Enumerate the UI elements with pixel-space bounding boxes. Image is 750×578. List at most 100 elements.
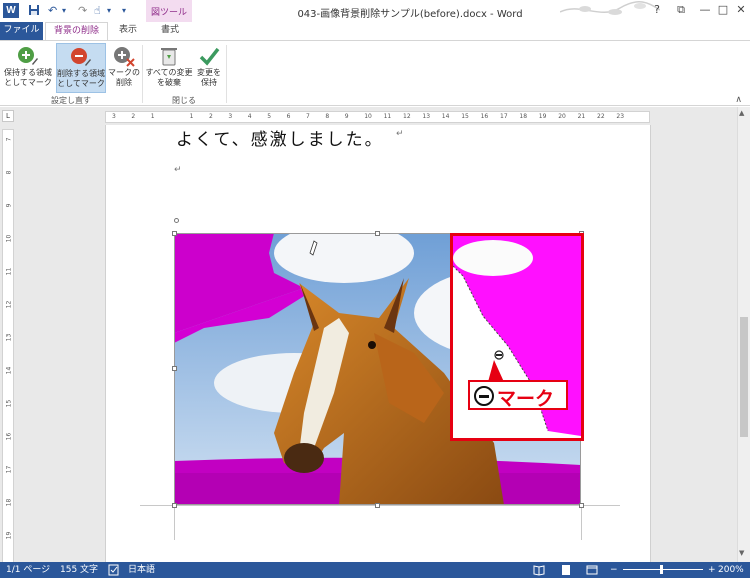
paragraph-mark: ↵ [174, 165, 182, 175]
minus-mark-text: マーク [497, 388, 555, 410]
ruler-number: 15 [5, 399, 13, 408]
callout-pointer [488, 360, 504, 382]
discard-label-2: を破棄 [157, 78, 181, 87]
ruler-number: 17 [500, 113, 508, 120]
save-icon[interactable] [28, 4, 40, 20]
close-button[interactable]: ✕ [730, 2, 750, 18]
read-mode-icon[interactable] [533, 562, 545, 578]
title-bar: W ↶ ▾ ↷ ☝ ▾ ▾ 図ツール 043-画像背景削除サンプル(before… [0, 0, 750, 22]
mark-areas-to-keep-button[interactable]: 保持する領域 としてマーク [2, 43, 54, 93]
mark-areas-to-remove-button[interactable]: 削除する領域 としてマーク [56, 43, 106, 93]
redo-icon[interactable]: ↷ [78, 4, 87, 18]
ruler-number: 16 [5, 432, 13, 441]
tab-selector[interactable]: L [2, 110, 14, 122]
ruler-number: 19 [5, 531, 13, 540]
ruler-number: 18 [5, 498, 13, 507]
ruler-number: 23 [616, 113, 625, 120]
delete-mark-button[interactable]: マークの 削除 [108, 43, 140, 93]
picture-tools-label: 図ツール [150, 8, 187, 18]
ruler-number: 19 [538, 113, 547, 120]
keep-changes-label-2: 保持 [201, 78, 217, 87]
horizontal-ruler[interactable]: 3 2 1 1 2 3 4 5 6 7 8 9 10 11 12 13 14 15 16 17 18 19 20 21 22 23 [105, 111, 650, 123]
zoom-in-button[interactable]: + [708, 562, 716, 578]
ruler-number: 18 [519, 113, 528, 120]
group-separator [142, 45, 143, 103]
decorative-vine-icon [560, 1, 660, 15]
ruler-number: 2 [209, 113, 213, 120]
word-app-icon[interactable]: W [3, 3, 19, 18]
crop-guide-line [581, 505, 582, 540]
page-count[interactable]: 1/1 ページ [6, 562, 50, 578]
ruler-number: 5 [267, 113, 272, 120]
group-label-close: 閉じる [172, 96, 196, 105]
tab-format[interactable]: 書式 [150, 22, 190, 40]
ruler-number: 13 [422, 113, 431, 120]
resize-handle[interactable] [375, 503, 380, 508]
tab-file[interactable]: ファイル [0, 22, 43, 40]
customize-qat-icon[interactable]: ▾ [122, 4, 126, 18]
crop-guide-line [174, 505, 175, 540]
delete-mark-label-2: 削除 [116, 78, 132, 87]
tab-background-removal[interactable]: 背景の削除 [45, 22, 108, 41]
document-title: 043-画像背景削除サンプル(before).docx - Word [297, 9, 523, 20]
touch-dropdown-icon[interactable]: ▾ [107, 4, 111, 18]
ruler-number: 1 [189, 113, 194, 120]
tab-view[interactable]: 表示 [110, 22, 146, 40]
language-indicator[interactable]: 日本語 [128, 562, 155, 578]
zoom-out-button[interactable]: − [610, 562, 618, 578]
ruler-number: 20 [558, 113, 566, 120]
minus-pencil-icon [71, 48, 91, 66]
ruler-number: 10 [364, 113, 372, 120]
proofing-icon[interactable] [108, 562, 120, 578]
ruler-number: 3 [112, 113, 116, 120]
ruler-number: 9 [344, 113, 349, 120]
ruler-number: 21 [577, 113, 586, 120]
resize-handle[interactable] [172, 366, 177, 371]
ruler-number: 7 [306, 113, 310, 120]
ribbon-tabs: ファイル 背景の削除 表示 書式 [0, 22, 750, 58]
undo-dropdown-icon[interactable]: ▾ [62, 4, 66, 18]
ruler-number: 9 [5, 203, 13, 208]
group-separator [226, 45, 227, 103]
scroll-up-icon[interactable]: ▲ [739, 109, 744, 117]
zoom-slider[interactable] [623, 569, 703, 570]
vertical-ruler[interactable]: 7891011121314151617181920 [2, 129, 14, 562]
ruler-number: 2 [131, 113, 136, 120]
zoom-slider-thumb[interactable] [660, 565, 663, 574]
resize-handle[interactable] [172, 503, 177, 508]
help-button[interactable]: ? [646, 2, 668, 18]
minus-mark-label: マーク [468, 380, 568, 410]
ruler-number: 22 [597, 113, 605, 120]
mark-remove-label-2: としてマーク [57, 79, 105, 88]
mark-keep-label-1: 保持する領域 [4, 68, 52, 77]
discard-all-changes-button[interactable]: すべての変更 を破棄 [144, 43, 194, 93]
scroll-down-icon[interactable]: ▼ [739, 549, 744, 557]
body-text-line[interactable]: よくて、感激しました。 [176, 125, 384, 150]
touch-mode-icon[interactable]: ☝ [94, 4, 101, 18]
collapse-ribbon-icon[interactable]: ∧ [735, 95, 742, 105]
ribbon-display-options-button[interactable]: ⧉ [670, 2, 692, 18]
resize-handle[interactable] [375, 231, 380, 236]
keep-changes-button[interactable]: 変更を 保持 [196, 43, 222, 93]
resize-handle[interactable] [172, 231, 177, 236]
undo-icon[interactable]: ↶ [48, 4, 57, 18]
keep-changes-label-1: 変更を [197, 68, 221, 77]
scrollbar-thumb[interactable] [740, 317, 748, 437]
ruler-number: 11 [5, 267, 13, 276]
web-layout-icon[interactable] [586, 562, 598, 578]
ruler-number: 14 [5, 366, 13, 375]
ruler-number: 7 [5, 137, 13, 142]
print-layout-icon[interactable] [560, 562, 572, 578]
rotate-handle[interactable] [174, 218, 179, 223]
ruler-number: 17 [5, 465, 13, 474]
ruler-number: 4 [247, 113, 252, 120]
delete-mark-icon [114, 47, 135, 67]
status-bar: 1/1 ページ 155 文字 日本語 − + 200% [0, 562, 750, 578]
zoom-level[interactable]: 200% [718, 562, 744, 578]
group-label-refine: 設定し直す [51, 96, 91, 105]
word-count[interactable]: 155 文字 [60, 562, 98, 578]
ruler-number: 12 [5, 300, 13, 309]
ruler-number: 6 [286, 113, 291, 120]
resize-handle[interactable] [579, 503, 584, 508]
vertical-scrollbar[interactable]: ▲ ▼ [737, 107, 750, 562]
